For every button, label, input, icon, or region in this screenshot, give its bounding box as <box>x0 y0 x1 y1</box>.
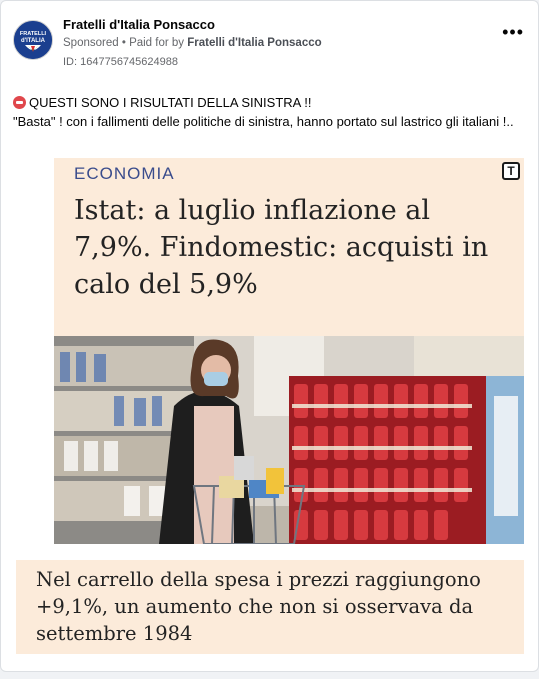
article-section-label: ECONOMIA <box>74 164 175 183</box>
post-text-line-2: "Basta" ! con i fallimenti delle politic… <box>13 114 514 129</box>
paid-for-by[interactable]: Fratelli d'Italia Ponsacco <box>187 37 321 49</box>
fdi-logo: FRATELLI d'ITALIA <box>14 21 52 59</box>
ad-id: ID: 1647756745624988 <box>63 56 178 68</box>
article-headline: Istat: a luglio inflazione al 7,9%. Find… <box>74 195 489 300</box>
post-text-line-1: QUESTI SONO I RISULTATI DELLA SINISTRA !… <box>13 93 528 112</box>
article-subheading-panel: Nel carrello della spesa i prezzi raggiu… <box>16 560 524 654</box>
supermarket-photo <box>54 336 524 544</box>
avatar-text-2: d'ITALIA <box>21 38 46 44</box>
post-text: QUESTI SONO I RISULTATI DELLA SINISTRA !… <box>13 93 528 131</box>
newspaper-logo-icon: T <box>502 162 520 180</box>
article-subheading: Nel carrello della spesa i prezzi raggiu… <box>36 568 481 645</box>
page-name[interactable]: Fratelli d'Italia Ponsacco <box>63 17 215 32</box>
paid-for-prefix: Paid for by <box>129 37 185 49</box>
post-text-headline: QUESTI SONO I RISULTATI DELLA SINISTRA !… <box>29 95 312 110</box>
sponsored-post-card: FRATELLI d'ITALIA Fratelli d'Italia Pons… <box>0 0 539 672</box>
post-header: FRATELLI d'ITALIA Fratelli d'Italia Pons… <box>13 17 526 77</box>
angry-face-emoji-icon <box>13 96 26 109</box>
ad-creative-image[interactable]: ECONOMIA T Istat: a luglio inflazione al… <box>16 158 524 662</box>
sponsored-line: Sponsored • Paid for by Fratelli d'Itali… <box>63 37 322 49</box>
page-avatar[interactable]: FRATELLI d'ITALIA <box>13 20 53 60</box>
sponsored-label: Sponsored <box>63 37 119 49</box>
article-header-panel: ECONOMIA T Istat: a luglio inflazione al… <box>54 158 524 336</box>
avatar-text-1: FRATELLI <box>20 31 47 37</box>
meta-separator: • <box>121 37 130 49</box>
more-options-icon[interactable]: ••• <box>502 23 524 41</box>
